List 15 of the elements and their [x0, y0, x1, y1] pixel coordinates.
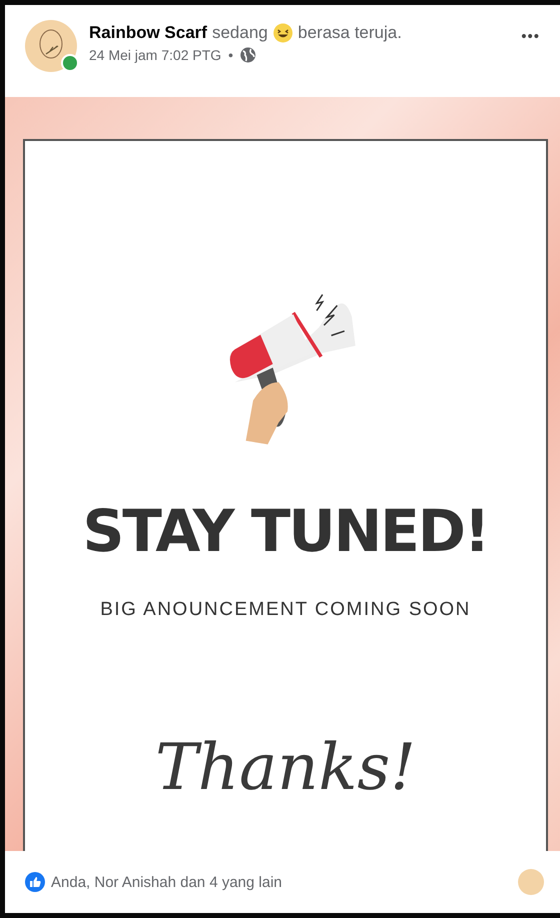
poster-subheadline: BIG ANOUNCEMENT COMING SOON: [100, 599, 471, 621]
activity-text: sedang: [212, 23, 268, 43]
feeling-text: berasa teruja.: [298, 23, 402, 43]
post-timestamp[interactable]: 24 Mei jam 7:02 PTG: [89, 47, 222, 63]
globe-icon: [240, 47, 256, 63]
like-icon: [25, 872, 45, 892]
poster-signoff: Thanks!: [155, 731, 416, 805]
page-avatar[interactable]: [25, 20, 77, 72]
more-options-button[interactable]: •••: [517, 26, 544, 47]
reaction-summary[interactable]: Anda, Nor Anishah dan 4 yang lain: [51, 874, 512, 890]
author-name[interactable]: Rainbow Scarf: [89, 23, 208, 43]
separator-dot: •: [228, 47, 234, 63]
grinning-face-icon: [272, 23, 293, 43]
poster-headline: STAY TUNED!: [82, 497, 488, 565]
viewer-avatar: [518, 869, 544, 895]
